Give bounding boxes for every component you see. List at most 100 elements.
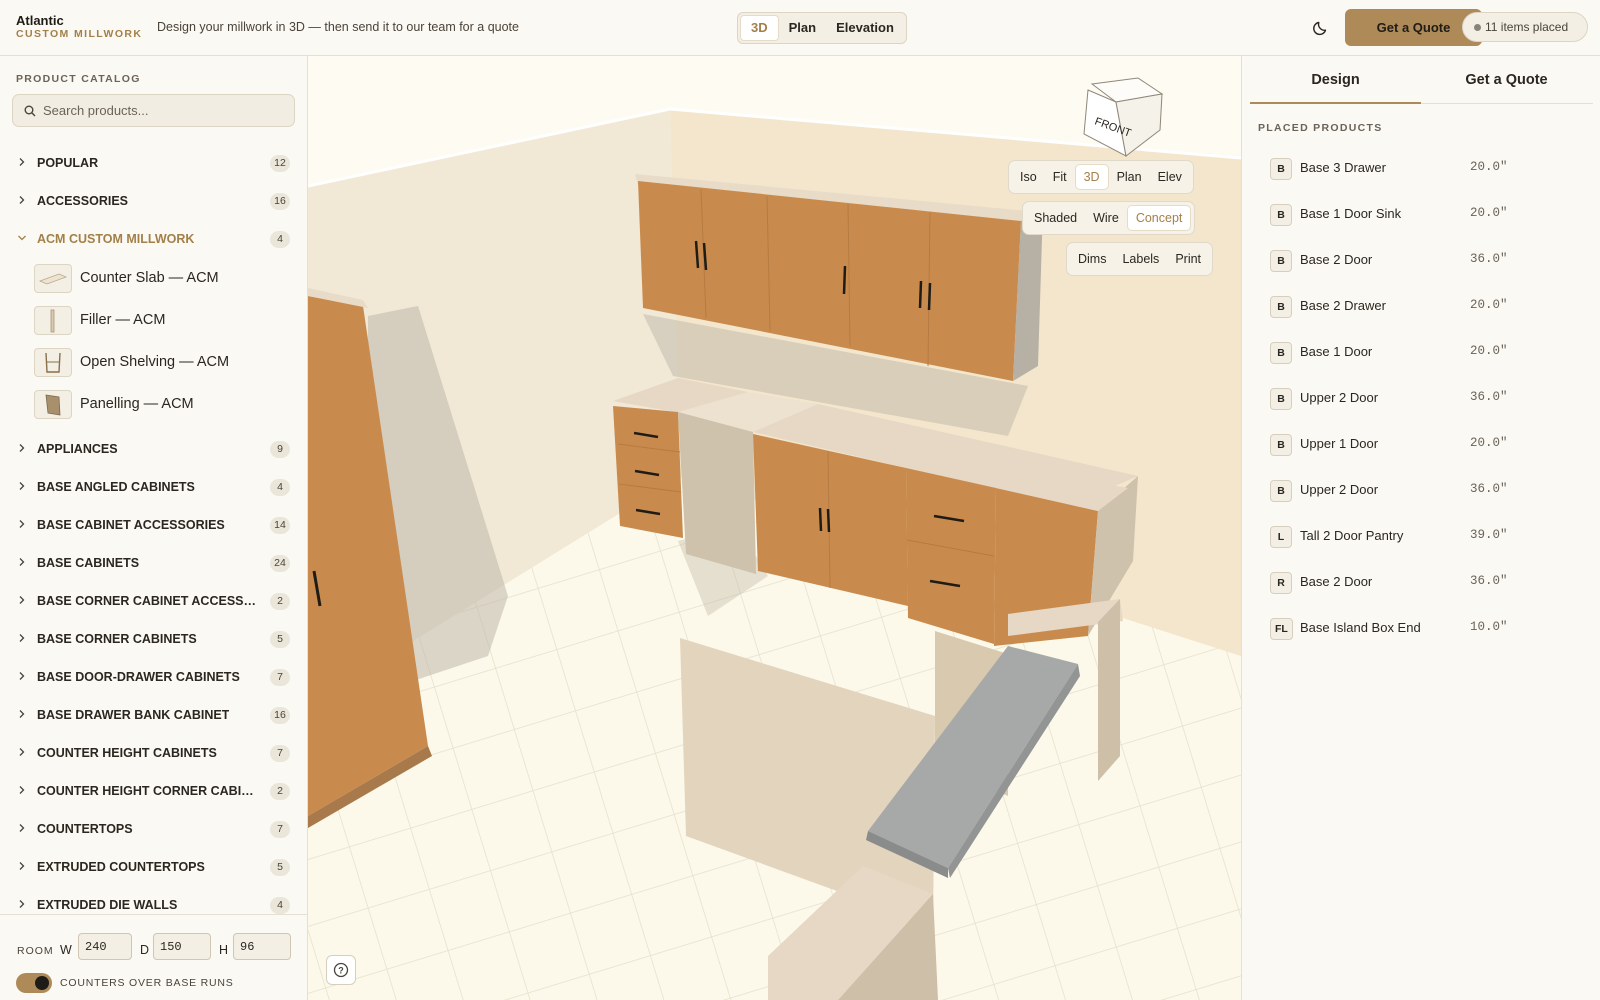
room-width-input[interactable] bbox=[78, 933, 132, 960]
product-width: 20.0" bbox=[1470, 436, 1508, 450]
brand-subtitle: CUSTOM MILLWORK bbox=[16, 28, 143, 40]
category-countertops[interactable]: COUNTERTOPS 7 bbox=[0, 810, 307, 848]
dims-button[interactable]: Dims bbox=[1070, 246, 1114, 272]
chevron-right-icon bbox=[19, 158, 25, 166]
camera-3d-button[interactable]: 3D bbox=[1074, 164, 1109, 190]
panelling-thumbnail bbox=[34, 390, 72, 419]
view-mode-3d[interactable]: 3D bbox=[740, 15, 779, 41]
kitchen-3d-scene[interactable] bbox=[308, 56, 1241, 1000]
category-accessories[interactable]: ACCESSORIES 16 bbox=[0, 182, 307, 220]
render-wire-button[interactable]: Wire bbox=[1085, 205, 1127, 231]
category-count: 2 bbox=[270, 593, 290, 610]
top-bar: Atlantic CUSTOM MILLWORK Design your mil… bbox=[0, 0, 1600, 56]
counter-slab-thumbnail bbox=[34, 264, 72, 293]
product-name: Base 1 Door bbox=[1300, 344, 1373, 359]
camera-plan-button[interactable]: Plan bbox=[1109, 164, 1150, 190]
category-appliances[interactable]: APPLIANCES 9 bbox=[0, 430, 307, 468]
placed-product-row[interactable]: L Tall 2 Door Pantry 39.0" bbox=[1258, 514, 1588, 560]
category-label: ACCESSORIES bbox=[37, 194, 128, 208]
category-label: COUNTER HEIGHT CABINETS bbox=[37, 746, 217, 760]
category-label: BASE ANGLED CABINETS bbox=[37, 480, 195, 494]
placement-badge: B bbox=[1270, 480, 1292, 502]
product-name: Open Shelving — ACM bbox=[80, 354, 230, 370]
category-count: 9 bbox=[270, 441, 290, 458]
room-depth-input[interactable] bbox=[153, 933, 211, 960]
category-label: BASE CORNER CABINET ACCESSO... bbox=[37, 594, 259, 608]
placement-badge: L bbox=[1270, 526, 1292, 548]
counters-over-base-runs-toggle[interactable] bbox=[16, 973, 52, 993]
placed-product-row[interactable]: B Base 1 Door 20.0" bbox=[1258, 330, 1588, 376]
render-toolbar: Shaded Wire Concept bbox=[1022, 201, 1196, 235]
placed-product-row[interactable]: B Base 2 Drawer 20.0" bbox=[1258, 284, 1588, 330]
view-mode-plan[interactable]: Plan bbox=[779, 15, 826, 41]
chevron-right-icon bbox=[19, 596, 25, 604]
print-button[interactable]: Print bbox=[1167, 246, 1209, 272]
view-cube[interactable]: FRONT bbox=[1080, 76, 1170, 158]
placed-product-row[interactable]: B Base 2 Door 36.0" bbox=[1258, 238, 1588, 284]
product-item-panelling[interactable]: Panelling — ACM bbox=[0, 384, 307, 426]
product-name: Base 2 Door bbox=[1300, 252, 1373, 267]
toggle-label: COUNTERS OVER BASE RUNS bbox=[60, 977, 234, 989]
category-acm-custom-millwork[interactable]: ACM CUSTOM MILLWORK 4 bbox=[0, 220, 307, 258]
filler-thumbnail bbox=[34, 306, 72, 335]
placed-product-row[interactable]: B Upper 2 Door 36.0" bbox=[1258, 376, 1588, 422]
3d-viewport[interactable]: FRONT Iso Fit 3D Plan Elev Shaded Wire C… bbox=[308, 56, 1241, 1000]
product-width: 36.0" bbox=[1470, 574, 1508, 588]
category-counter-height-cabinets[interactable]: COUNTER HEIGHT CABINETS 7 bbox=[0, 734, 307, 772]
help-icon: ? bbox=[333, 962, 349, 978]
category-base-cabinets[interactable]: BASE CABINETS 24 bbox=[0, 544, 307, 582]
category-base-cabinet-accessories[interactable]: BASE CABINET ACCESSORIES 14 bbox=[0, 506, 307, 544]
product-width: 20.0" bbox=[1470, 344, 1508, 358]
moon-icon[interactable] bbox=[1312, 19, 1330, 37]
chevron-right-icon bbox=[19, 672, 25, 680]
placed-product-row[interactable]: B Upper 2 Door 36.0" bbox=[1258, 468, 1588, 514]
placed-product-row[interactable]: B Base 1 Door Sink 20.0" bbox=[1258, 192, 1588, 238]
open-shelving-thumbnail bbox=[34, 348, 72, 377]
category-label: APPLIANCES bbox=[37, 442, 118, 456]
category-counter-height-corner-cabinets[interactable]: COUNTER HEIGHT CORNER CABIN... 2 bbox=[0, 772, 307, 810]
product-item-counter-slab[interactable]: Counter Slab — ACM bbox=[0, 258, 307, 300]
placement-badge: R bbox=[1270, 572, 1292, 594]
category-count: 14 bbox=[270, 517, 290, 534]
placement-badge: B bbox=[1270, 158, 1292, 180]
category-count: 5 bbox=[270, 859, 290, 876]
depth-label: D bbox=[140, 943, 150, 957]
category-popular[interactable]: POPULAR 12 bbox=[0, 144, 307, 182]
view-mode-elevation[interactable]: Elevation bbox=[826, 15, 904, 41]
placement-badge: B bbox=[1270, 204, 1292, 226]
category-label: COUNTERTOPS bbox=[37, 822, 133, 836]
category-label: EXTRUDED COUNTERTOPS bbox=[37, 860, 205, 874]
category-base-angled-cabinets[interactable]: BASE ANGLED CABINETS 4 bbox=[0, 468, 307, 506]
status-dot-icon bbox=[1474, 24, 1481, 31]
category-count: 4 bbox=[270, 479, 290, 496]
product-item-filler[interactable]: Filler — ACM bbox=[0, 300, 307, 342]
render-shaded-button[interactable]: Shaded bbox=[1026, 205, 1085, 231]
category-base-corner-cabinets[interactable]: BASE CORNER CABINETS 5 bbox=[0, 620, 307, 658]
room-height-input[interactable] bbox=[233, 933, 291, 960]
product-item-open-shelving[interactable]: Open Shelving — ACM bbox=[0, 342, 307, 384]
render-concept-button[interactable]: Concept bbox=[1126, 205, 1192, 231]
labels-button[interactable]: Labels bbox=[1114, 246, 1167, 272]
search-input[interactable] bbox=[43, 95, 288, 126]
placed-product-row[interactable]: FL Base Island Box End 10.0" bbox=[1258, 606, 1588, 652]
product-name: Filler — ACM bbox=[80, 312, 166, 328]
placed-product-row[interactable]: R Base 2 Door 36.0" bbox=[1258, 560, 1588, 606]
category-label: BASE CORNER CABINETS bbox=[37, 632, 197, 646]
base-2-drawer[interactable] bbox=[906, 468, 996, 644]
camera-fit-button[interactable]: Fit bbox=[1045, 164, 1075, 190]
camera-iso-button[interactable]: Iso bbox=[1012, 164, 1045, 190]
placed-product-row[interactable]: B Base 3 Drawer 20.0" bbox=[1258, 146, 1588, 192]
category-label: EXTRUDED DIE WALLS bbox=[37, 898, 178, 912]
category-base-door-drawer-cabinets[interactable]: BASE DOOR-DRAWER CABINETS 7 bbox=[0, 658, 307, 696]
category-base-drawer-bank-cabinet[interactable]: BASE DRAWER BANK CABINET 16 bbox=[0, 696, 307, 734]
camera-elev-button[interactable]: Elev bbox=[1150, 164, 1190, 190]
placed-product-row[interactable]: B Upper 1 Door 20.0" bbox=[1258, 422, 1588, 468]
tab-design[interactable]: Design bbox=[1250, 56, 1421, 104]
help-button[interactable]: ? bbox=[326, 955, 356, 985]
category-count: 12 bbox=[270, 155, 290, 172]
category-base-corner-cabinet-accessories[interactable]: BASE CORNER CABINET ACCESSO... 2 bbox=[0, 582, 307, 620]
placement-badge: B bbox=[1270, 342, 1292, 364]
category-extruded-countertops[interactable]: EXTRUDED COUNTERTOPS 5 bbox=[0, 848, 307, 886]
brand-logo[interactable]: Atlantic CUSTOM MILLWORK bbox=[16, 14, 143, 41]
tab-get-a-quote[interactable]: Get a Quote bbox=[1421, 56, 1592, 104]
